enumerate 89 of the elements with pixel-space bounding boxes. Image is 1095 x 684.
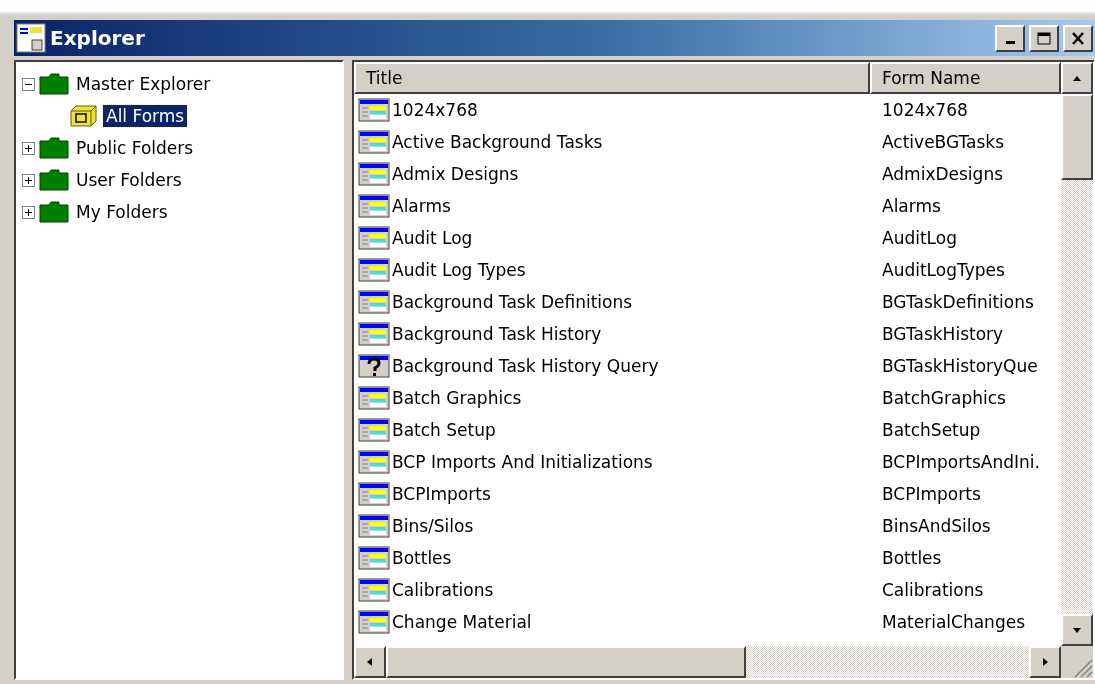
form-window-icon bbox=[358, 130, 390, 154]
table-cell-text: 1024x768 bbox=[881, 100, 968, 120]
file-cabinet-icon bbox=[69, 104, 99, 128]
table-cell: Admix Designs bbox=[392, 164, 519, 184]
table-cell-text: BatchGraphics bbox=[881, 388, 1006, 408]
app-icon bbox=[16, 23, 46, 53]
table-cell-text: MaterialChanges bbox=[881, 612, 1025, 632]
table-cell: BCP Imports And Initializations bbox=[392, 452, 653, 472]
plus-icon bbox=[24, 175, 33, 185]
table-cell-text: AdmixDesigns bbox=[881, 164, 1004, 184]
table-cell: Bottles bbox=[392, 548, 452, 568]
close-button[interactable] bbox=[1063, 24, 1093, 52]
tree-item[interactable]: User Folders bbox=[73, 169, 185, 191]
table-cell-text: BCPImports bbox=[881, 484, 981, 504]
expand-button[interactable] bbox=[22, 141, 35, 155]
tree-item[interactable]: Master Explorer bbox=[73, 73, 214, 95]
folder-icon bbox=[39, 73, 69, 95]
plus-icon bbox=[24, 143, 33, 153]
table-cell: Calibrations bbox=[392, 580, 494, 600]
scroll-up-button[interactable] bbox=[1061, 62, 1093, 94]
minimize-icon bbox=[1005, 41, 1015, 44]
table-cell: Background Task Definitions bbox=[392, 292, 633, 312]
table-cell: Bins/Silos bbox=[392, 516, 474, 536]
collapse-button[interactable] bbox=[22, 77, 35, 91]
table-cell: Batch Graphics bbox=[392, 388, 522, 408]
expand-button[interactable] bbox=[22, 205, 35, 219]
close-icon bbox=[1071, 31, 1085, 45]
column-header[interactable]: Title bbox=[354, 62, 870, 94]
form-window-icon bbox=[358, 418, 390, 442]
table-cell-text: Bottles bbox=[881, 548, 942, 568]
maximize-button[interactable] bbox=[1029, 24, 1059, 52]
form-window-icon bbox=[358, 514, 390, 538]
maximize-icon bbox=[1037, 31, 1051, 45]
form-window-icon bbox=[358, 610, 390, 634]
table-cell: Background Task History Query bbox=[392, 356, 659, 376]
folder-icon bbox=[39, 169, 69, 191]
folder-icon bbox=[39, 201, 69, 223]
form-window-icon bbox=[358, 290, 390, 314]
form-window-icon bbox=[358, 98, 390, 122]
scroll-right-button[interactable] bbox=[1029, 646, 1061, 678]
question-mark-icon bbox=[358, 354, 390, 378]
expand-button[interactable] bbox=[22, 173, 35, 187]
table-cell: 1024x768 bbox=[392, 100, 478, 120]
table-cell-text: BCPImportsAndIni. bbox=[881, 452, 1040, 472]
table-cell-text: BGTaskDefinitions bbox=[881, 292, 1034, 312]
tree-item[interactable]: My Folders bbox=[73, 201, 171, 223]
table-cell: Active Background Tasks bbox=[392, 132, 603, 152]
table-cell-text: AuditLogTypes bbox=[881, 260, 1005, 280]
down-arrow-icon bbox=[1072, 625, 1082, 635]
scroll-thumb[interactable] bbox=[1061, 94, 1093, 180]
table-cell-text: AuditLog bbox=[881, 228, 957, 248]
tree-item[interactable]: Public Folders bbox=[73, 137, 197, 159]
form-window-icon bbox=[358, 194, 390, 218]
scroll-left-button[interactable] bbox=[354, 646, 386, 678]
form-window-icon bbox=[358, 450, 390, 474]
folder-icon bbox=[39, 137, 69, 159]
form-window-icon bbox=[358, 322, 390, 346]
minimize-button[interactable] bbox=[995, 24, 1025, 52]
form-window-icon bbox=[358, 482, 390, 506]
tree-item[interactable]: All Forms bbox=[103, 105, 188, 127]
table-cell: Alarms bbox=[392, 196, 451, 216]
table-cell: Background Task History bbox=[392, 324, 602, 344]
form-window-icon bbox=[358, 258, 390, 282]
table-cell-text: BatchSetup bbox=[881, 420, 981, 440]
table-cell-text: ActiveBGTasks bbox=[881, 132, 1005, 152]
window-title: Explorer bbox=[50, 26, 145, 50]
left-arrow-icon bbox=[365, 657, 375, 667]
scroll-thumb[interactable] bbox=[386, 646, 746, 678]
table-cell: Change Material bbox=[392, 612, 532, 632]
vertical-scrollbar[interactable] bbox=[1061, 62, 1093, 646]
table-cell: Audit Log bbox=[392, 228, 473, 248]
form-window-icon bbox=[358, 546, 390, 570]
table-cell-text: BGTaskHistory bbox=[881, 324, 1004, 344]
table-cell-text: Alarms bbox=[881, 196, 941, 216]
table-cell-text: BinsAndSilos bbox=[881, 516, 991, 536]
horizontal-scrollbar[interactable] bbox=[354, 646, 1061, 678]
form-window-icon bbox=[358, 386, 390, 410]
form-window-icon bbox=[358, 162, 390, 186]
table-cell: Audit Log Types bbox=[392, 260, 526, 280]
table-cell: BCPImports bbox=[392, 484, 491, 504]
column-header[interactable]: Form Name bbox=[870, 62, 1061, 94]
right-arrow-icon bbox=[1040, 657, 1050, 667]
table-cell-text: BGTaskHistoryQue bbox=[881, 356, 1038, 376]
form-window-icon bbox=[358, 226, 390, 250]
table-cell: Batch Setup bbox=[392, 420, 496, 440]
table-cell-text: Calibrations bbox=[881, 580, 984, 600]
plus-icon bbox=[24, 207, 33, 217]
form-window-icon bbox=[358, 578, 390, 602]
scroll-down-button[interactable] bbox=[1061, 614, 1093, 646]
